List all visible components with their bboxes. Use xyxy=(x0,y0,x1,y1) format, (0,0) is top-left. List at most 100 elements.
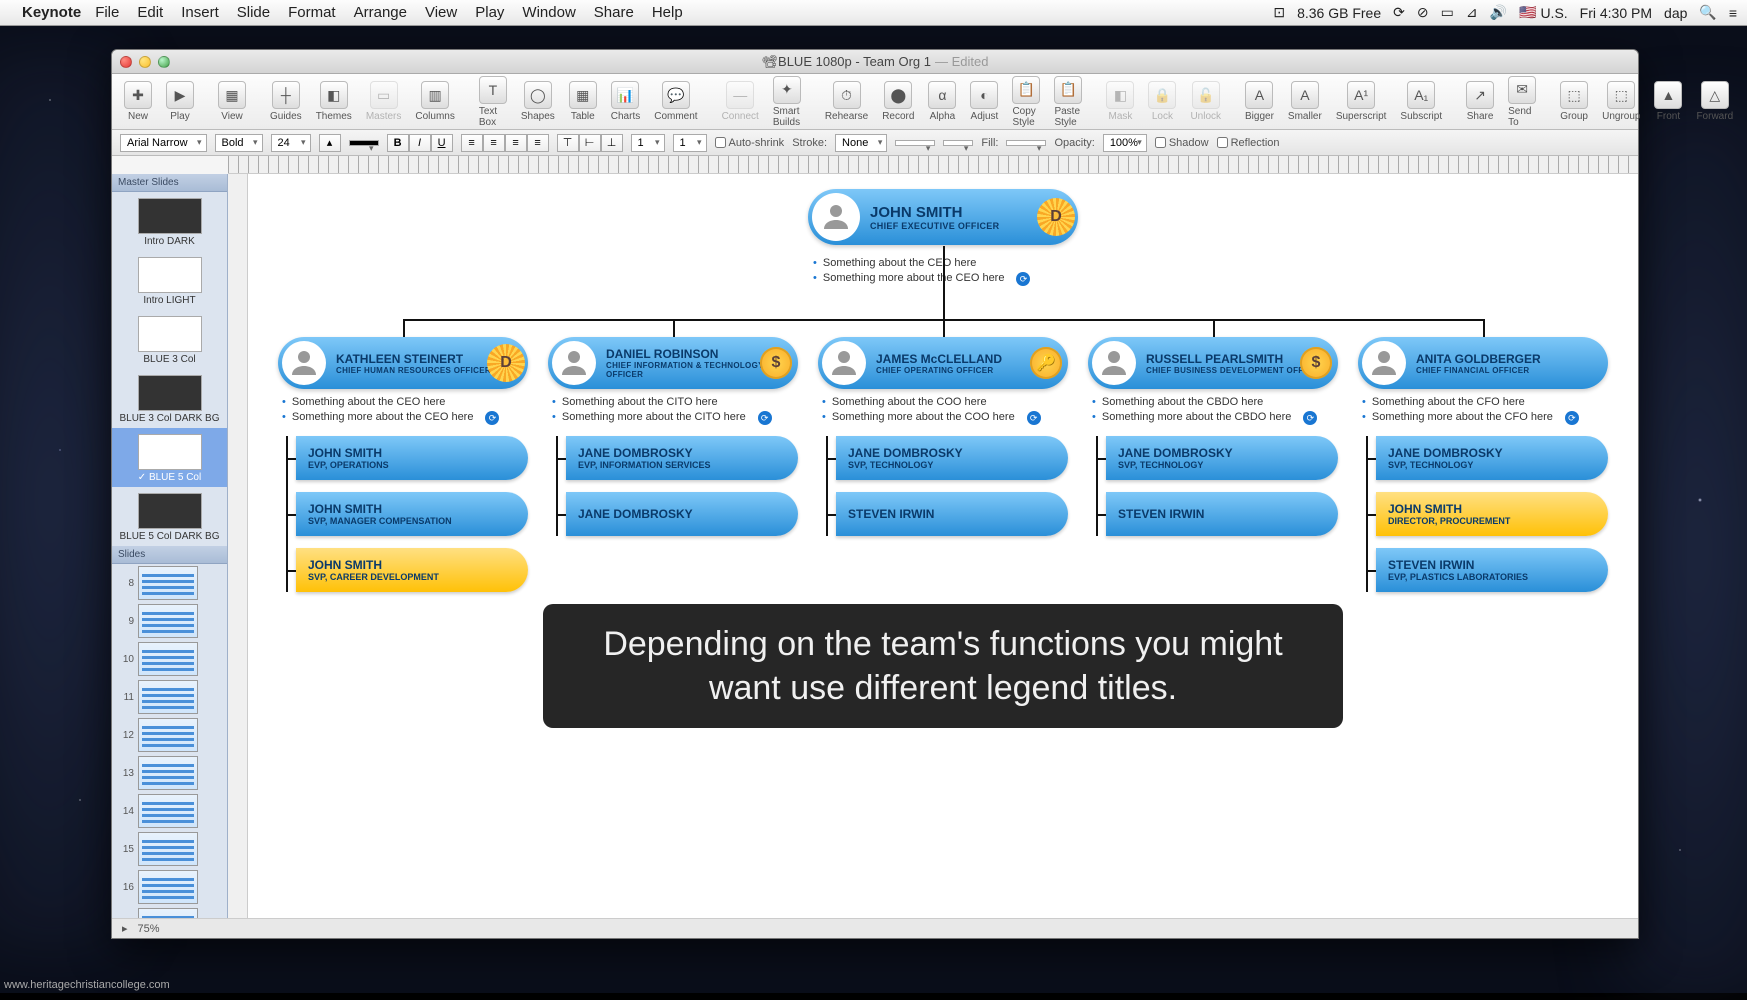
autoshrink-checkbox[interactable]: Auto-shrink xyxy=(715,137,785,149)
master-slide-item[interactable]: BLUE 5 Col DARK BG xyxy=(112,487,227,546)
menu-format[interactable]: Format xyxy=(288,4,336,21)
report-card[interactable]: JANE DOMBROSKYSVP, TECHNOLOGY xyxy=(836,436,1068,480)
toolbar-connect-button[interactable]: —Connect xyxy=(716,81,765,122)
align-left-button[interactable]: ≡ xyxy=(461,134,483,152)
slide-canvas[interactable]: JOHN SMITH CHIEF EXECUTIVE OFFICER D •So… xyxy=(248,174,1638,898)
toolbar-rehearse-button[interactable]: ⏱Rehearse xyxy=(819,81,874,122)
toolbar-play-button[interactable]: ▶Play xyxy=(160,81,200,122)
sync-icon[interactable]: ⊘ xyxy=(1417,4,1429,21)
toolbar-lock-button[interactable]: 🔒Lock xyxy=(1142,81,1182,122)
menu-slide[interactable]: Slide xyxy=(237,4,270,21)
toolbar-smaller-button[interactable]: ASmaller xyxy=(1282,81,1328,122)
toolbar-bigger-button[interactable]: ABigger xyxy=(1239,81,1280,122)
exec-card[interactable]: KATHLEEN STEINERTCHIEF HUMAN RESOURCES O… xyxy=(278,337,528,389)
exec-card[interactable]: RUSSELL PEARLSMITHCHIEF BUSINESS DEVELOP… xyxy=(1088,337,1338,389)
refresh-icon[interactable]: ⟳ xyxy=(758,411,772,425)
display-icon[interactable]: ▭ xyxy=(1441,4,1454,21)
toolbar-ungroup-button[interactable]: ⬚Ungroup xyxy=(1596,81,1646,122)
toolbar-smart-builds-button[interactable]: ✦Smart Builds xyxy=(767,76,807,128)
sidebar-toggle-icon[interactable]: ▸ xyxy=(122,922,128,935)
report-card[interactable]: JOHN SMITHEVP, OPERATIONS xyxy=(296,436,528,480)
slide-thumbnail[interactable]: 13 xyxy=(112,754,227,792)
master-slide-item[interactable]: Intro LIGHT xyxy=(112,251,227,310)
timemachine-icon[interactable]: ⟳ xyxy=(1393,4,1405,21)
valign-bot-button[interactable]: ⊥ xyxy=(601,134,623,152)
font-size-select[interactable]: 24 xyxy=(271,134,311,152)
toolbar-group-button[interactable]: ⬚Group xyxy=(1554,81,1594,122)
bold-button[interactable]: B xyxy=(387,134,409,152)
report-card[interactable]: JANE DOMBROSKYEVP, INFORMATION SERVICES xyxy=(566,436,798,480)
toolbar-mask-button[interactable]: ◧Mask xyxy=(1100,81,1140,122)
toolbar-guides-button[interactable]: ┼Guides xyxy=(264,81,308,122)
toolbar-send-to-button[interactable]: ✉Send To xyxy=(1502,76,1542,128)
refresh-icon[interactable]: ⟳ xyxy=(1565,411,1579,425)
toolbar-view-button[interactable]: ▦View xyxy=(212,81,252,122)
toolbar-text-box-button[interactable]: TText Box xyxy=(473,76,513,128)
exec-card[interactable]: JAMES McCLELLANDCHIEF OPERATING OFFICER … xyxy=(818,337,1068,389)
menu-insert[interactable]: Insert xyxy=(181,4,219,21)
toolbar-copy-style-button[interactable]: 📋Copy Style xyxy=(1006,76,1046,128)
report-card[interactable]: STEVEN IRWINEVP, PLASTICS LABORATORIES xyxy=(1376,548,1608,592)
menu-file[interactable]: File xyxy=(95,4,119,21)
toolbar-paste-style-button[interactable]: 📋Paste Style xyxy=(1048,76,1088,128)
underline-button[interactable]: U xyxy=(431,134,453,152)
master-slide-item[interactable]: BLUE 3 Col xyxy=(112,310,227,369)
toolbar-record-button[interactable]: ⬤Record xyxy=(876,81,920,122)
align-justify-button[interactable]: ≡ xyxy=(527,134,549,152)
align-right-button[interactable]: ≡ xyxy=(505,134,527,152)
toolbar-adjust-button[interactable]: ◐Adjust xyxy=(964,81,1004,122)
refresh-icon[interactable]: ⟳ xyxy=(1303,411,1317,425)
toolbar-superscript-button[interactable]: A¹Superscript xyxy=(1330,81,1393,122)
toolbar-shapes-button[interactable]: ◯Shapes xyxy=(515,81,561,122)
reflection-checkbox[interactable]: Reflection xyxy=(1217,137,1280,149)
slide-thumbnail[interactable]: 14 xyxy=(112,792,227,830)
toolbar-themes-button[interactable]: ◧Themes xyxy=(310,81,358,122)
slide-thumbnail[interactable]: 10 xyxy=(112,640,227,678)
vertical-ruler[interactable] xyxy=(228,174,248,918)
notifications-icon[interactable]: ≡ xyxy=(1729,5,1737,21)
wifi-icon[interactable]: ⊿ xyxy=(1466,4,1478,21)
toolbar-subscript-button[interactable]: A₁Subscript xyxy=(1394,81,1448,122)
volume-icon[interactable]: 🔊 xyxy=(1490,4,1507,21)
input-locale[interactable]: 🇺🇸U.S. xyxy=(1519,4,1568,21)
toolbar-new-button[interactable]: ✚New xyxy=(118,81,158,122)
toolbar-forward-button[interactable]: △Forward xyxy=(1690,81,1739,122)
menu-view[interactable]: View xyxy=(425,4,457,21)
minimize-button[interactable] xyxy=(139,56,151,68)
shadow-checkbox[interactable]: Shadow xyxy=(1155,137,1209,149)
toolbar-front-button[interactable]: ▲Front xyxy=(1648,81,1688,122)
report-card[interactable]: STEVEN IRWIN xyxy=(836,492,1068,536)
font-weight-select[interactable]: Bold xyxy=(215,134,263,152)
menu-window[interactable]: Window xyxy=(522,4,575,21)
columns-select[interactable]: 1 xyxy=(673,134,707,152)
slide-thumbnail[interactable]: 11 xyxy=(112,678,227,716)
toolbar-unlock-button[interactable]: 🔓Unlock xyxy=(1184,81,1227,122)
stroke-width-select[interactable] xyxy=(895,140,935,146)
zoom-level[interactable]: 75% xyxy=(138,923,160,935)
report-card[interactable]: JOHN SMITHSVP, CAREER DEVELOPMENT xyxy=(296,548,528,592)
report-card[interactable]: JOHN SMITHDIRECTOR, PROCUREMENT xyxy=(1376,492,1608,536)
fill-select[interactable] xyxy=(1006,140,1046,146)
menu-help[interactable]: Help xyxy=(652,4,683,21)
exec-card[interactable]: DANIEL ROBINSONCHIEF INFORMATION & TECHN… xyxy=(548,337,798,389)
refresh-icon[interactable]: ⟳ xyxy=(1027,411,1041,425)
slide-thumbnail[interactable]: 9 xyxy=(112,602,227,640)
toolbar-masters-button[interactable]: ▭Masters xyxy=(360,81,408,122)
master-slide-item[interactable]: Intro DARK xyxy=(112,192,227,251)
font-family-select[interactable]: Arial Narrow xyxy=(120,134,207,152)
menu-arrange[interactable]: Arrange xyxy=(354,4,407,21)
toolbar-table-button[interactable]: ▦Table xyxy=(563,81,603,122)
slide-thumbnail[interactable]: 12 xyxy=(112,716,227,754)
slide-thumbnail[interactable]: 16 xyxy=(112,868,227,906)
menu-play[interactable]: Play xyxy=(475,4,504,21)
refresh-icon[interactable]: ⟳ xyxy=(485,411,499,425)
refresh-icon[interactable]: ⟳ xyxy=(1016,272,1030,286)
italic-button[interactable]: I xyxy=(409,134,431,152)
slide-thumbnail[interactable]: 8 xyxy=(112,564,227,602)
report-card[interactable]: JANE DOMBROSKY xyxy=(566,492,798,536)
screen-record-icon[interactable]: ⊡ xyxy=(1273,4,1285,21)
report-card[interactable]: JANE DOMBROSKYSVP, TECHNOLOGY xyxy=(1376,436,1608,480)
menu-share[interactable]: Share xyxy=(594,4,634,21)
ceo-card[interactable]: JOHN SMITH CHIEF EXECUTIVE OFFICER D xyxy=(808,189,1078,245)
spotlight-icon[interactable]: 🔍 xyxy=(1699,4,1716,21)
